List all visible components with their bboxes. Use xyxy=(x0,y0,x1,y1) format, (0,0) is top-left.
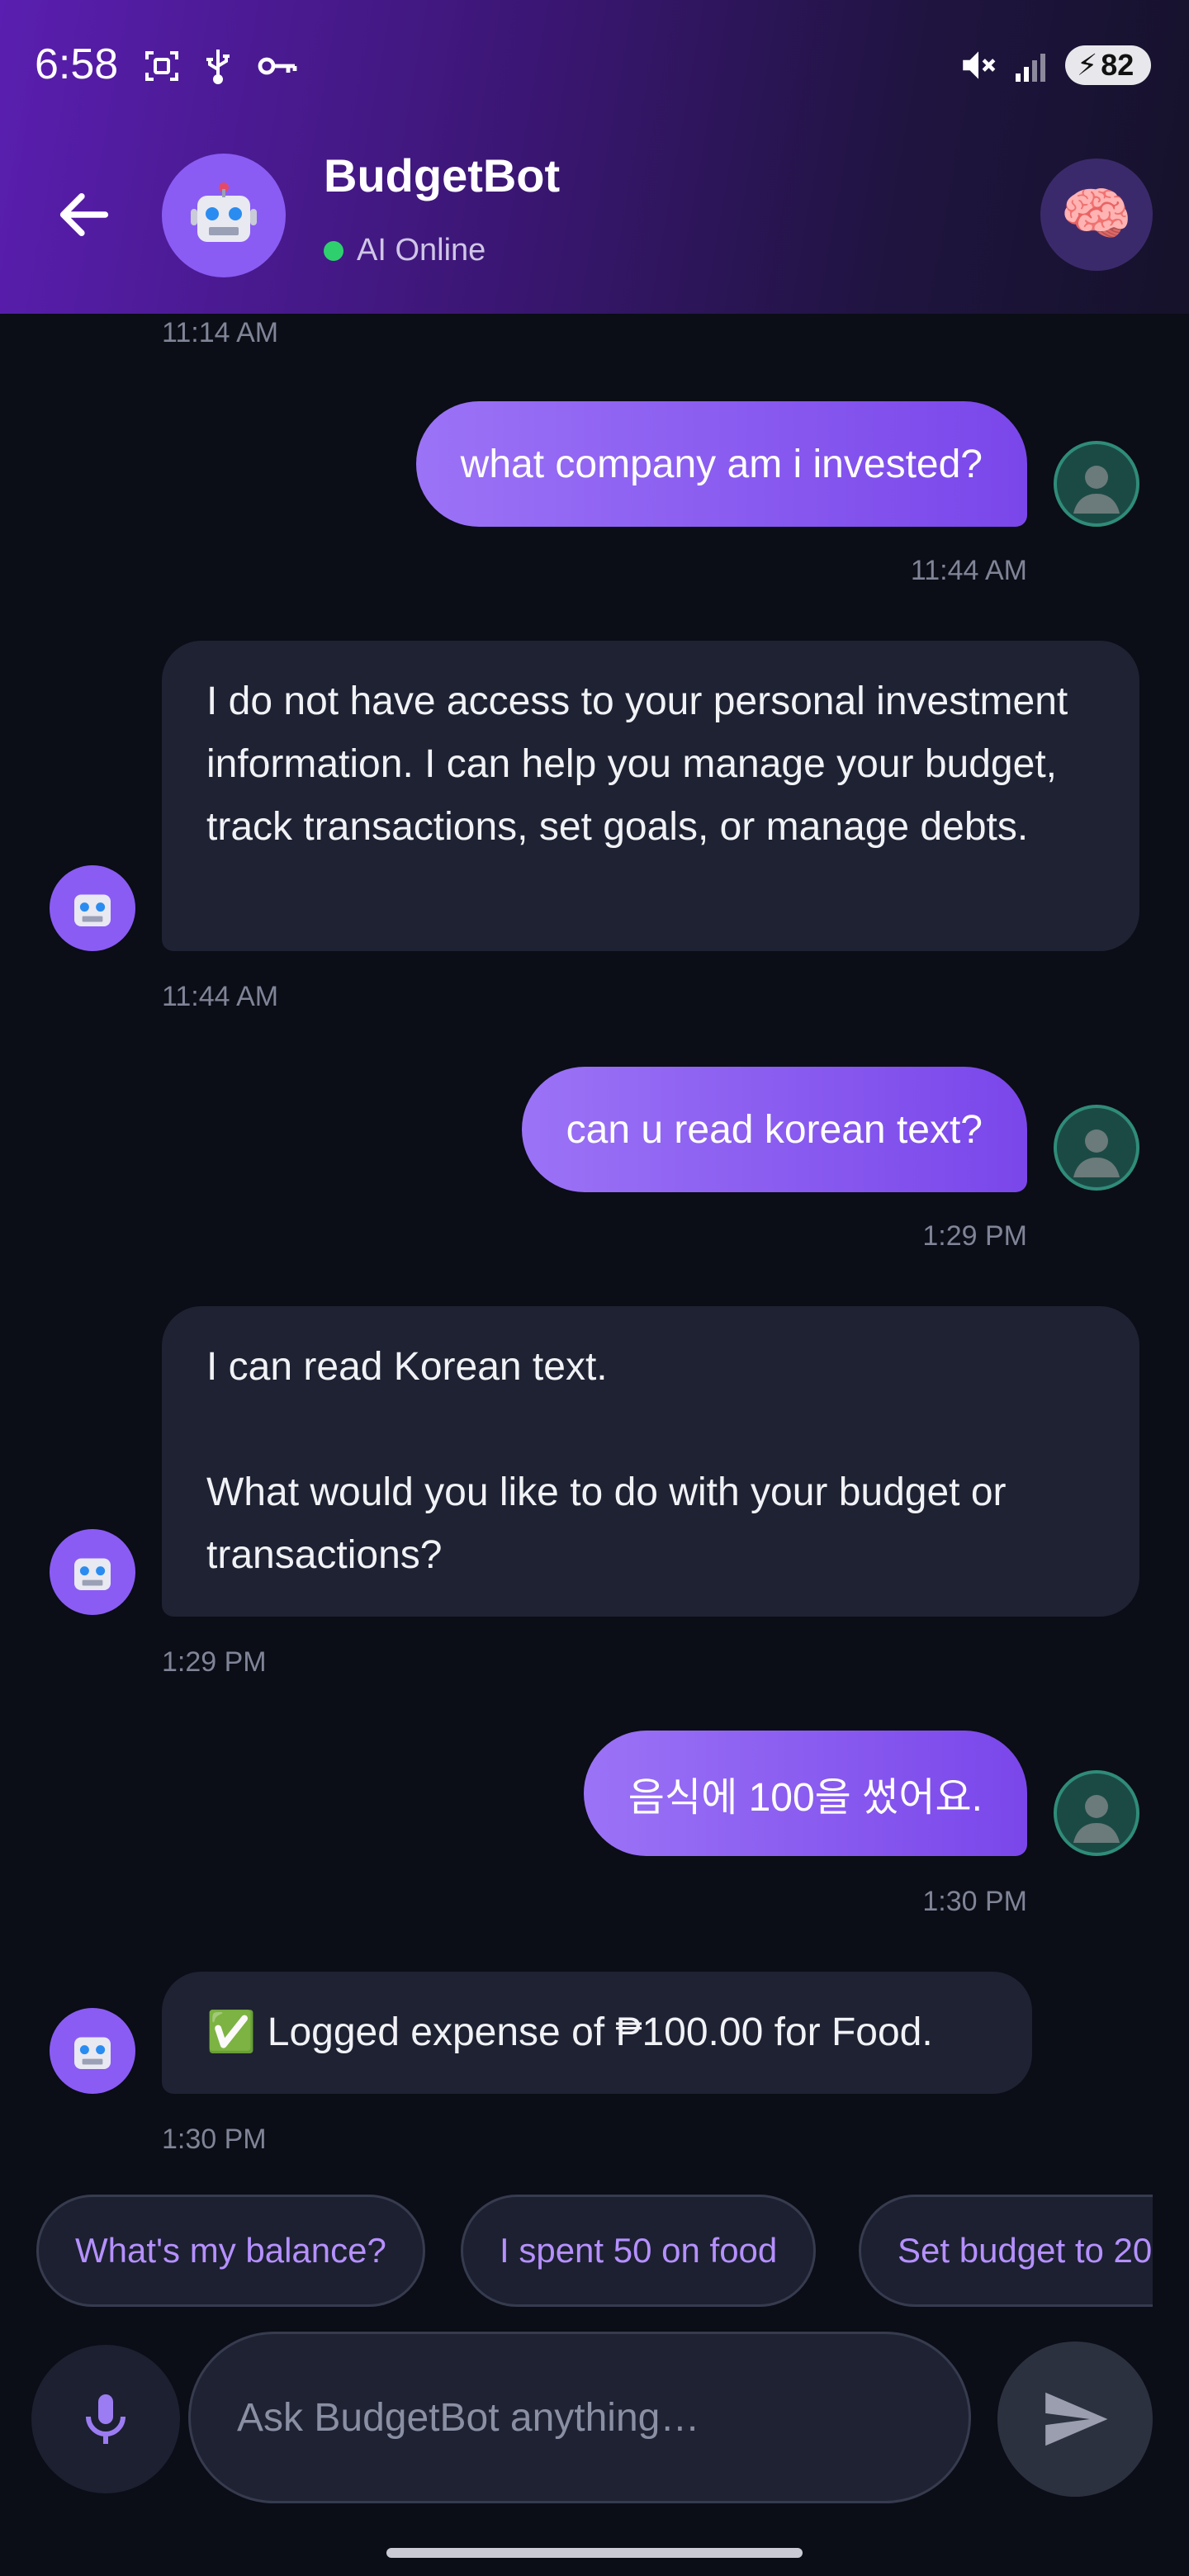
status-icons-right: ⚡ 82 xyxy=(958,45,1151,86)
mute-icon xyxy=(963,51,996,79)
bot-message-text: Logged expense of ₱100.00 for Food. xyxy=(267,2010,933,2054)
bot-avatar xyxy=(162,154,286,277)
vpn-key-icon xyxy=(258,57,297,75)
person-icon xyxy=(1073,1795,1120,1843)
message-timestamp: 11:44 AM xyxy=(910,555,1027,586)
message-timestamp: 1:30 PM xyxy=(922,1886,1027,1917)
suggestion-chip-balance[interactable]: What's my balance? xyxy=(36,2195,425,2307)
message-timestamp: 11:14 AM xyxy=(162,317,279,348)
usb-icon xyxy=(206,50,230,85)
user-message-bubble: what company am i invested? xyxy=(415,401,1027,527)
person-icon xyxy=(1073,1129,1120,1177)
message-timestamp: 1:29 PM xyxy=(162,1646,267,1678)
bot-message-bubble: I can read Korean text. What would you l… xyxy=(162,1306,1139,1617)
signal-icon xyxy=(1016,54,1045,82)
chat-title: BudgetBot xyxy=(324,149,561,201)
bot-message-avatar xyxy=(50,2008,135,2094)
send-button[interactable] xyxy=(997,2342,1153,2497)
message-timestamp: 1:29 PM xyxy=(922,1220,1027,1252)
message-timestamp: 1:30 PM xyxy=(162,2124,267,2155)
brain-button[interactable]: 🧠 xyxy=(1040,159,1153,271)
user-avatar xyxy=(1054,1770,1139,1856)
status-time: 6:58 xyxy=(35,40,119,88)
bot-message-bubble: I do not have access to your personal in… xyxy=(162,641,1139,951)
user-message-bubble: 음식에 100을 썼어요. xyxy=(583,1731,1027,1856)
microphone-icon xyxy=(86,2394,126,2444)
send-icon xyxy=(1045,2392,1108,2446)
bot-message-bubble: ✅ Logged expense of ₱100.00 for Food. xyxy=(162,1972,1032,2094)
message-input[interactable]: Ask BudgetBot anything… xyxy=(188,2332,971,2503)
status-icons-left xyxy=(142,46,299,86)
user-message-bubble: can u read korean text? xyxy=(521,1067,1027,1192)
suggestion-chip-set-budget[interactable]: Set budget to 2000 xyxy=(859,2195,1153,2307)
charging-icon: ⚡ xyxy=(1077,48,1098,82)
robot-icon xyxy=(74,894,111,926)
suggestion-chips: What's my balance? I spent 50 on food Se… xyxy=(0,2195,1153,2307)
bot-message-line: I can read Korean text. xyxy=(206,1345,608,1389)
online-status: AI Online xyxy=(324,233,486,268)
screenshot-icon xyxy=(145,51,178,81)
robot-icon xyxy=(74,2037,111,2069)
battery-level: 82 xyxy=(1101,48,1135,82)
battery-indicator: ⚡ 82 xyxy=(1065,45,1151,85)
online-dot-icon xyxy=(324,240,343,261)
suggestion-chip-spent-food[interactable]: I spent 50 on food xyxy=(461,2195,817,2307)
arrow-left-icon xyxy=(59,193,109,236)
bot-message-avatar xyxy=(50,1529,135,1615)
chat-header: 6:58 ⚡ 82 BudgetBot AI Online 🧠 xyxy=(0,0,1189,314)
mic-button[interactable] xyxy=(31,2345,180,2493)
message-timestamp: 11:44 AM xyxy=(162,981,279,1012)
bot-message-avatar xyxy=(50,865,135,951)
person-icon xyxy=(1073,466,1120,514)
home-indicator[interactable] xyxy=(386,2548,803,2558)
user-avatar xyxy=(1054,1105,1139,1191)
status-bar: 6:58 ⚡ 82 xyxy=(0,0,1189,132)
bot-message-line: What would you like to do with your budg… xyxy=(206,1470,1007,1577)
user-avatar xyxy=(1054,441,1139,527)
online-status-label: AI Online xyxy=(357,233,486,268)
check-icon: ✅ xyxy=(206,2010,256,2054)
robot-icon xyxy=(191,182,257,242)
robot-icon xyxy=(74,1558,111,1590)
back-button[interactable] xyxy=(53,183,116,246)
